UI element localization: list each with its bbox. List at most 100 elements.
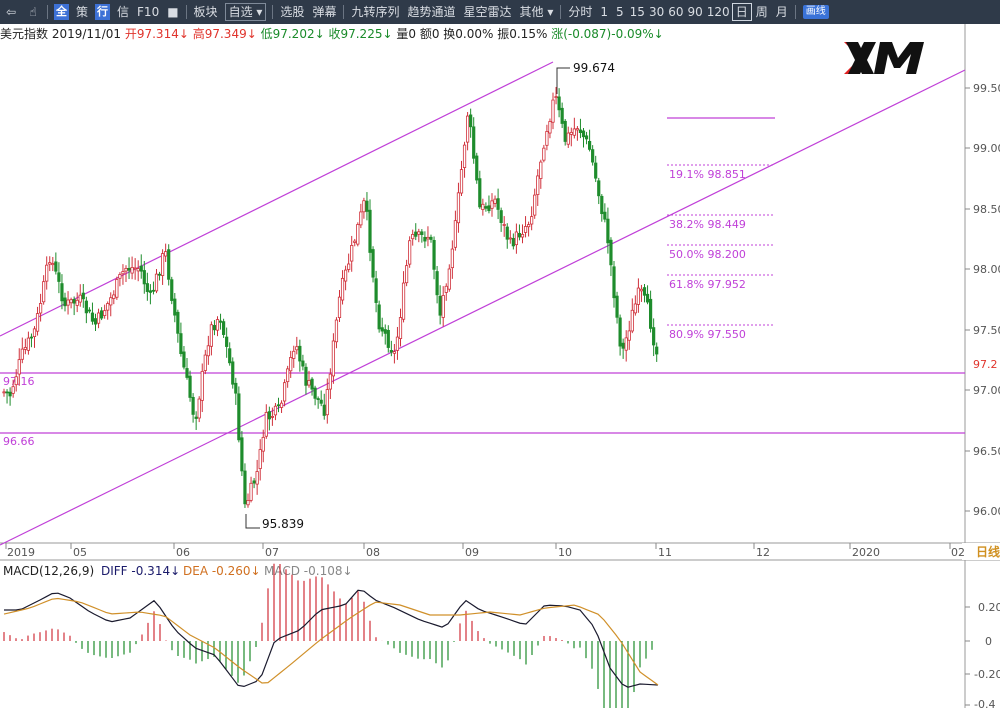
candle-body xyxy=(423,236,427,242)
candle-body xyxy=(240,437,244,472)
candle-body xyxy=(139,265,143,272)
candle-body xyxy=(612,266,616,299)
candle-body xyxy=(414,231,418,237)
candle-body xyxy=(133,267,137,270)
candle-body xyxy=(237,393,241,441)
macd-title: MACD(12,26,9) xyxy=(3,564,94,578)
macd-tick-label: 0.20 xyxy=(978,601,1000,614)
price-tick-label: 98.50 xyxy=(973,203,1000,216)
candle-body xyxy=(136,268,140,272)
fib-label-809: 80.9% 97.550 xyxy=(669,328,746,341)
candle-body xyxy=(328,373,332,390)
candle-body xyxy=(395,336,400,351)
candle-body xyxy=(191,396,195,415)
candle-body xyxy=(35,313,40,332)
candle-body xyxy=(472,126,476,159)
candle-body xyxy=(548,121,552,134)
candle-body xyxy=(325,389,329,416)
candle-body xyxy=(8,391,12,397)
candle-body xyxy=(127,267,131,271)
time-label: 2020 xyxy=(852,546,880,559)
candle-body xyxy=(124,267,128,272)
macd-histogram xyxy=(3,563,653,708)
fib-label-382: 38.2% 98.449 xyxy=(669,218,746,231)
candle-body xyxy=(295,346,299,351)
candle-body xyxy=(545,131,549,146)
candle-body xyxy=(270,416,275,418)
candle-body xyxy=(603,211,607,220)
candle-body xyxy=(462,144,467,168)
candle-body xyxy=(465,115,470,143)
time-label: 10 xyxy=(558,546,572,559)
candlestick-series xyxy=(2,86,659,508)
candle-body xyxy=(188,375,192,398)
candle-body xyxy=(633,303,637,314)
candle-body xyxy=(353,240,357,243)
candle-body xyxy=(359,211,363,226)
macd-value-label: MACD -0.108↓ xyxy=(264,564,353,578)
candle-body xyxy=(148,290,152,293)
time-label: 11 xyxy=(658,546,672,559)
candle-body xyxy=(469,114,473,128)
candle-body xyxy=(289,357,293,372)
period-label[interactable]: 日线 xyxy=(976,544,1000,559)
candle-body xyxy=(368,209,372,253)
candle-body xyxy=(100,310,104,319)
candle-body xyxy=(371,249,375,278)
candle-body xyxy=(578,129,583,134)
candle-body xyxy=(151,289,156,292)
time-label: 05 xyxy=(73,546,87,559)
candle-body xyxy=(246,500,250,506)
candle-body xyxy=(322,404,326,416)
macd-panel[interactable]: MACD(12,26,9) DIFF -0.314↓ DEA -0.260↓ M… xyxy=(3,563,1000,708)
candle-body xyxy=(11,386,15,394)
candle-body xyxy=(279,402,284,408)
candle-body xyxy=(340,277,345,301)
candle-body xyxy=(84,300,88,314)
candle-body xyxy=(154,273,159,292)
candle-body xyxy=(618,317,622,347)
candle-body xyxy=(450,248,454,269)
candle-body xyxy=(319,399,323,404)
candle-body xyxy=(636,287,641,305)
main-chart[interactable]: 99.50 99.00 98.50 98.00 97.50 97.00 96.5… xyxy=(0,0,1000,708)
candle-body xyxy=(267,411,271,420)
candle-body xyxy=(453,220,458,248)
candle-body xyxy=(69,299,73,304)
price-tick-label: 96.50 xyxy=(973,445,1000,458)
candle-body xyxy=(481,203,485,210)
candle-body xyxy=(389,350,393,353)
candle-body xyxy=(569,131,573,135)
candle-body xyxy=(307,380,311,386)
candle-body xyxy=(17,359,21,375)
candle-body xyxy=(273,405,278,416)
channel-lower-line[interactable] xyxy=(0,69,966,546)
candle-body xyxy=(206,345,210,357)
candle-body xyxy=(438,295,442,316)
candle-body xyxy=(157,273,162,276)
candle-body xyxy=(383,329,387,334)
candle-body xyxy=(624,337,628,351)
candle-body xyxy=(112,294,116,299)
price-tick-label: 99.00 xyxy=(973,142,1000,155)
candle-body xyxy=(90,312,95,322)
candle-body xyxy=(258,449,262,469)
candle-body xyxy=(78,294,82,303)
candle-body xyxy=(508,237,512,240)
candle-body xyxy=(597,180,601,197)
candle-body xyxy=(517,232,522,238)
candle-body xyxy=(343,269,348,282)
price-tick-label: 98.00 xyxy=(973,263,1000,276)
candle-body xyxy=(194,416,198,419)
candle-body xyxy=(331,340,336,377)
candle-body xyxy=(75,299,79,306)
candle-body xyxy=(459,169,464,194)
candle-body xyxy=(652,327,656,346)
candle-body xyxy=(45,264,49,282)
candle-body xyxy=(444,285,448,293)
candle-body xyxy=(215,319,220,331)
high-marker-label: 99.674 xyxy=(573,61,615,75)
candle-body xyxy=(404,265,409,284)
fib-label-191: 19.1% 98.851 xyxy=(669,168,746,181)
candle-body xyxy=(594,162,598,179)
